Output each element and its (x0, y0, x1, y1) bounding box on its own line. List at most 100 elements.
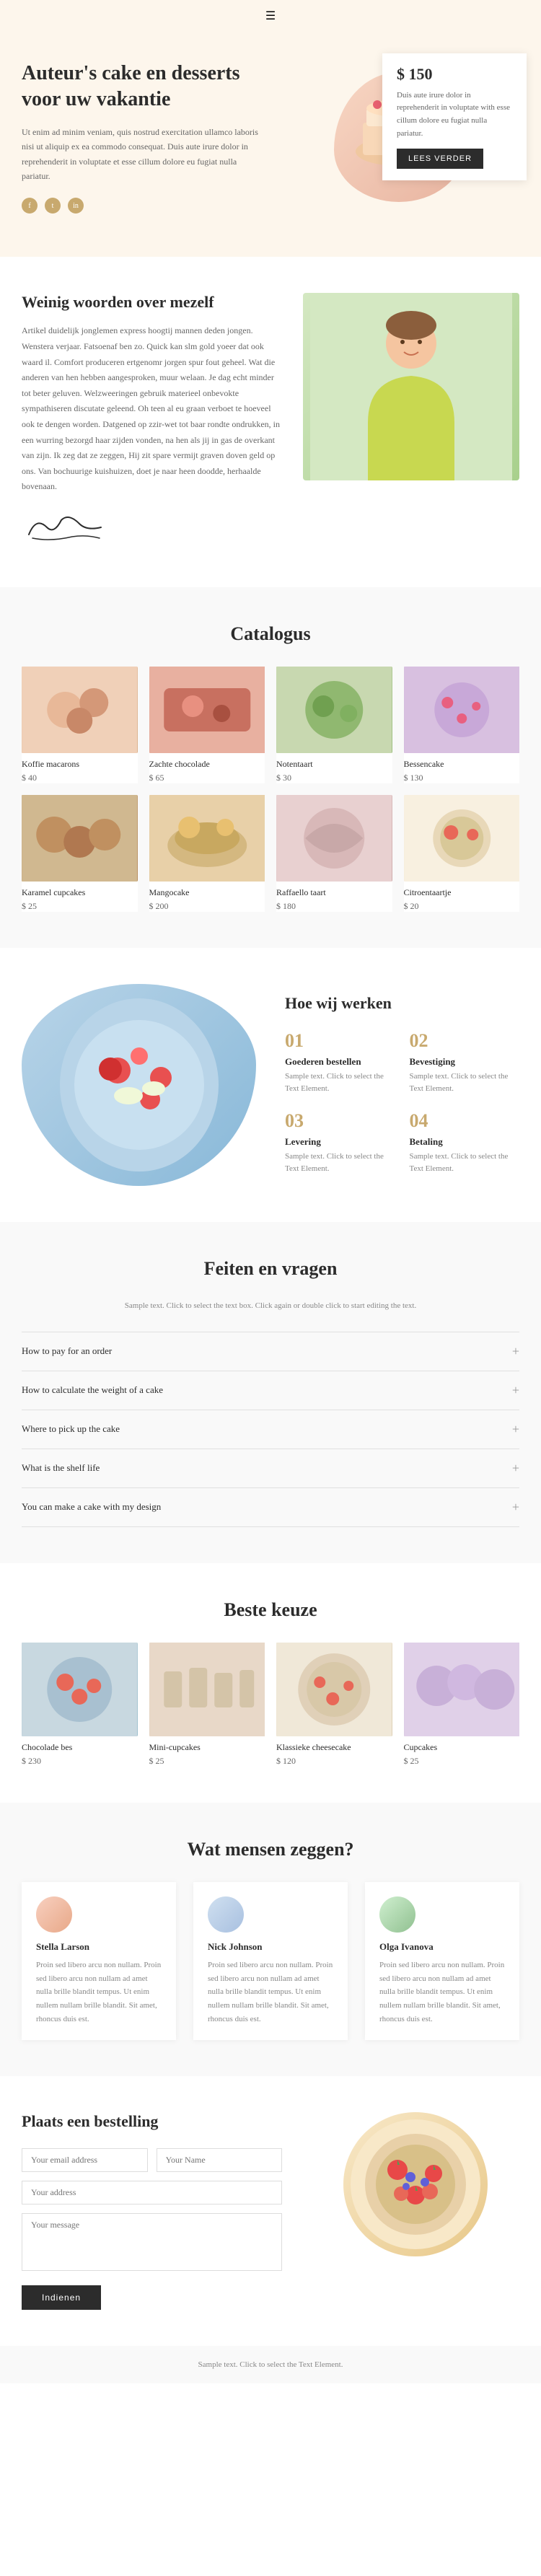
hamburger-menu-icon[interactable]: ☰ (265, 9, 276, 23)
signature-svg (22, 509, 108, 545)
catalogue-item-price: $ 40 (22, 773, 138, 783)
email-input[interactable] (22, 2148, 148, 2172)
catalogue-item-price: $ 200 (149, 901, 265, 912)
twitter-icon[interactable]: t (45, 198, 61, 214)
message-textarea[interactable] (22, 2213, 282, 2271)
catalogue-item-name: Mangocake (149, 887, 265, 898)
faq-title: Feiten en vragen (22, 1258, 519, 1280)
testimonials-grid: Stella Larson Proin sed libero arcu non … (22, 1882, 519, 2040)
how-step-3: 03 Levering Sample text. Click to select… (285, 1110, 395, 1176)
faq-question-5: You can make a cake with my design (22, 1501, 161, 1513)
testimonial-text-3: Proin sed libero arcu non nullam. Proin … (379, 1959, 505, 2026)
about-description: Artikel duidelijk jonglemen express hoog… (22, 323, 281, 495)
order-tart-image (343, 2112, 488, 2256)
step-title-4: Betaling (410, 1136, 520, 1148)
hero-price: $ 150 (397, 65, 512, 84)
instagram-icon[interactable]: in (68, 198, 84, 214)
catalogue-item-price: $ 65 (149, 773, 265, 783)
catalogue-image-5 (22, 795, 138, 882)
step-title-3: Levering (285, 1136, 395, 1148)
tart-svg (347, 2116, 484, 2253)
catalogue-item: Karamel cupcakes $ 25 (22, 795, 138, 912)
step-number-4: 04 (410, 1110, 520, 1132)
faq-expand-icon-5: + (512, 1500, 519, 1515)
hero-image-area: $ 150 Duis aute irure dolor in reprehend… (278, 72, 519, 202)
step-number-1: 01 (285, 1030, 395, 1052)
faq-question-3: Where to pick up the cake (22, 1423, 120, 1435)
step-title-2: Bevestiging (410, 1056, 520, 1068)
best-item-price-2: $ 25 (149, 1756, 265, 1767)
best-item-image-2 (149, 1643, 265, 1736)
catalogue-item-name: Koffie macarons (22, 759, 138, 770)
hero-description: Ut enim ad minim veniam, quis nostrud ex… (22, 125, 263, 184)
testimonial-name-3: Olga Ivanova (379, 1941, 505, 1953)
name-input[interactable] (157, 2148, 283, 2172)
catalogue-item-price: $ 30 (276, 773, 392, 783)
testimonial-card-2: Nick Johnson Proin sed libero arcu non n… (193, 1882, 348, 2040)
catalogue-item-price: $ 180 (276, 901, 392, 912)
best-item-3: Klassieke cheesecake $ 120 (276, 1643, 392, 1767)
faq-question-2: How to calculate the weight of a cake (22, 1384, 163, 1396)
message-field-container (22, 2213, 282, 2271)
hero-card-description: Duis aute irure dolor in reprehenderit i… (397, 89, 512, 140)
faq-item-4[interactable]: What is the shelf life + (22, 1449, 519, 1487)
catalogue-item-name: Citroentaartje (404, 887, 520, 898)
step-desc-4: Sample text. Click to select the Text El… (410, 1151, 520, 1176)
catalogue-image-1 (22, 667, 138, 753)
faq-item-5[interactable]: You can make a cake with my design + (22, 1487, 519, 1527)
best-item-image-4 (404, 1643, 520, 1736)
form-row-2 (22, 2181, 282, 2204)
best-item-name-1: Chocolade bes (22, 1742, 138, 1753)
catalogue-item-name: Bessencake (404, 759, 520, 770)
best-choice-title: Beste keuze (22, 1599, 519, 1621)
faq-question-4: What is the shelf life (22, 1462, 100, 1474)
best-item-name-3: Klassieke cheesecake (276, 1742, 392, 1753)
faq-expand-icon-4: + (512, 1461, 519, 1476)
testimonial-avatar-1 (36, 1896, 72, 1933)
form-row-3 (22, 2213, 282, 2271)
best-choice-section: Beste keuze Chocolade bes $ 230 Mini-cup… (0, 1563, 541, 1803)
address-field-container (22, 2181, 282, 2204)
best-item-price-3: $ 120 (276, 1756, 392, 1767)
catalogue-grid: Koffie macarons $ 40 Zachte chocolade $ … (22, 667, 519, 912)
signature (22, 509, 281, 551)
address-input[interactable] (22, 2181, 282, 2204)
facebook-icon[interactable]: f (22, 198, 38, 214)
best-item-price-4: $ 25 (404, 1756, 520, 1767)
step-desc-3: Sample text. Click to select the Text El… (285, 1151, 395, 1176)
faq-list: How to pay for an order + How to calcula… (22, 1332, 519, 1527)
lees-verder-button[interactable]: LEES VERDER (397, 149, 483, 169)
order-form-content: Plaats een bestelling Indienen (22, 2112, 282, 2310)
about-image (303, 293, 519, 480)
step-desc-1: Sample text. Click to select the Text El… (285, 1071, 395, 1096)
best-item-name-2: Mini-cupcakes (149, 1742, 265, 1753)
step-title-1: Goederen bestellen (285, 1056, 395, 1068)
hero-price-card: $ 150 Duis aute irure dolor in reprehend… (382, 53, 527, 180)
how-work-section: Hoe wij werken 01 Goederen bestellen Sam… (0, 948, 541, 1222)
how-step-2: 02 Bevestiging Sample text. Click to sel… (410, 1030, 520, 1096)
catalogue-item: Koffie macarons $ 40 (22, 667, 138, 783)
hero-title: Auteur's cake en desserts voor uw vakant… (22, 61, 263, 113)
testimonials-section: Wat mensen zeggen? Stella Larson Proin s… (0, 1803, 541, 2076)
testimonials-title: Wat mensen zeggen? (22, 1839, 519, 1860)
faq-item-2[interactable]: How to calculate the weight of a cake + (22, 1371, 519, 1410)
best-item-name-4: Cupcakes (404, 1742, 520, 1753)
faq-item-3[interactable]: Where to pick up the cake + (22, 1410, 519, 1449)
submit-button[interactable]: Indienen (22, 2285, 101, 2310)
catalogue-item: Zachte chocolade $ 65 (149, 667, 265, 783)
catalogue-image-8 (404, 795, 520, 882)
hero-text: Auteur's cake en desserts voor uw vakant… (22, 61, 263, 214)
faq-expand-icon-2: + (512, 1383, 519, 1398)
catalogue-item: Bessencake $ 130 (404, 667, 520, 783)
email-field-container (22, 2148, 148, 2172)
order-form-title: Plaats een bestelling (22, 2112, 282, 2131)
catalogue-image-4 (404, 667, 520, 753)
testimonial-name-2: Nick Johnson (208, 1941, 333, 1953)
best-item-image-3 (276, 1643, 392, 1736)
faq-item-1[interactable]: How to pay for an order + (22, 1332, 519, 1371)
about-person-image (303, 293, 519, 480)
catalogue-image-2 (149, 667, 265, 753)
about-section: Weinig woorden over mezelf Artikel duide… (0, 257, 541, 587)
catalogue-item-name: Notentaart (276, 759, 392, 770)
step-desc-2: Sample text. Click to select the Text El… (410, 1071, 520, 1096)
